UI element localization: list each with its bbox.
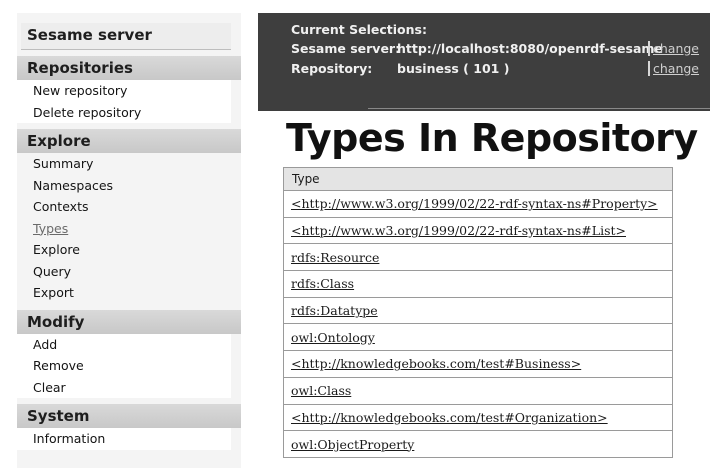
- sidebar-item-new-repository[interactable]: New repository: [17, 80, 231, 102]
- sidebar-item-add[interactable]: Add: [17, 333, 231, 355]
- table-cell: owl:Ontology: [283, 323, 673, 352]
- sidebar-section-repositories: Repositories: [17, 56, 241, 80]
- repository-value: business ( 101 ): [397, 61, 510, 76]
- repository-selection-row: Repository: business ( 101 ): [291, 61, 509, 76]
- sidebar-section-modify: Modify: [17, 309, 241, 334]
- type-link[interactable]: owl:Ontology: [291, 330, 375, 345]
- table-row: owl:Class: [283, 376, 673, 405]
- table-cell: rdfs:Class: [283, 270, 673, 298]
- types-table: Type <http://www.w3.org/1999/02/22-rdf-s…: [283, 167, 673, 458]
- server-label: Sesame server:: [291, 41, 401, 56]
- table-row: <http://www.w3.org/1999/02/22-rdf-syntax…: [283, 216, 673, 245]
- sidebar-section-system: System: [17, 404, 241, 428]
- sidebar-item-explore[interactable]: Explore: [17, 239, 231, 261]
- type-link[interactable]: <http://knowledgebooks.com/test#Business…: [291, 356, 581, 371]
- type-link[interactable]: rdfs:Class: [291, 276, 354, 291]
- repository-label: Repository:: [291, 61, 373, 76]
- sidebar-item-summary[interactable]: Summary: [17, 153, 231, 175]
- sidebar-title: Sesame server: [21, 23, 231, 50]
- server-value: http://localhost:8080/openrdf-sesame: [397, 41, 663, 56]
- server-selection-row: Sesame server: http://localhost:8080/ope…: [291, 41, 663, 56]
- table-row: rdfs:Datatype: [283, 296, 673, 325]
- change-repository-link[interactable]: change: [648, 61, 699, 76]
- type-link[interactable]: <http://www.w3.org/1999/02/22-rdf-syntax…: [291, 223, 626, 238]
- sidebar-item-information[interactable]: Information: [17, 428, 231, 450]
- sidebar-section-explore: Explore: [17, 129, 241, 153]
- selections-heading: Current Selections:: [291, 22, 427, 37]
- table-cell: <http://knowledgebooks.com/test#Business…: [283, 350, 673, 378]
- table-row: <http://knowledgebooks.com/test#Organiza…: [283, 403, 673, 432]
- table-cell: rdfs:Resource: [283, 243, 673, 272]
- sidebar-item-delete-repository[interactable]: Delete repository: [17, 101, 231, 123]
- table-row: <http://knowledgebooks.com/test#Business…: [283, 350, 673, 378]
- sidebar-item-contexts[interactable]: Contexts: [17, 196, 231, 218]
- table-cell: <http://www.w3.org/1999/02/22-rdf-syntax…: [283, 216, 673, 245]
- sidebar-item-export[interactable]: Export: [17, 282, 231, 304]
- type-link[interactable]: <http://knowledgebooks.com/test#Organiza…: [291, 410, 608, 425]
- table-cell: rdfs:Datatype: [283, 296, 673, 325]
- topbar-divider: [368, 108, 710, 109]
- table-row: rdfs:Class: [283, 270, 673, 298]
- sidebar-item-namespaces[interactable]: Namespaces: [17, 175, 231, 197]
- current-selections-bar: Current Selections: Sesame server: http:…: [258, 13, 710, 111]
- table-row: owl:Ontology: [283, 323, 673, 352]
- type-link[interactable]: owl:Class: [291, 383, 351, 398]
- table-row: rdfs:Resource: [283, 243, 673, 272]
- sidebar-item-query[interactable]: Query: [17, 261, 231, 283]
- type-link[interactable]: rdfs:Resource: [291, 250, 379, 265]
- type-link[interactable]: <http://www.w3.org/1999/02/22-rdf-syntax…: [291, 196, 658, 211]
- change-server-link[interactable]: change: [648, 41, 699, 56]
- table-cell: owl:Class: [283, 376, 673, 405]
- table-cell: owl:ObjectProperty: [283, 430, 673, 458]
- type-link[interactable]: owl:ObjectProperty: [291, 437, 414, 452]
- sidebar-item-types[interactable]: Types: [17, 218, 231, 240]
- table-row: owl:ObjectProperty: [283, 430, 673, 458]
- sidebar: Sesame server Repositories New repositor…: [17, 13, 241, 468]
- page-title: Types In Repository: [286, 116, 698, 160]
- table-cell: <http://knowledgebooks.com/test#Organiza…: [283, 403, 673, 432]
- type-column-header: Type: [283, 167, 673, 191]
- sidebar-item-remove[interactable]: Remove: [17, 355, 231, 377]
- type-link[interactable]: rdfs:Datatype: [291, 303, 378, 318]
- table-row: <http://www.w3.org/1999/02/22-rdf-syntax…: [283, 190, 673, 218]
- table-header-row: Type: [283, 167, 673, 191]
- table-cell: <http://www.w3.org/1999/02/22-rdf-syntax…: [283, 190, 673, 218]
- sidebar-item-clear[interactable]: Clear: [17, 376, 231, 398]
